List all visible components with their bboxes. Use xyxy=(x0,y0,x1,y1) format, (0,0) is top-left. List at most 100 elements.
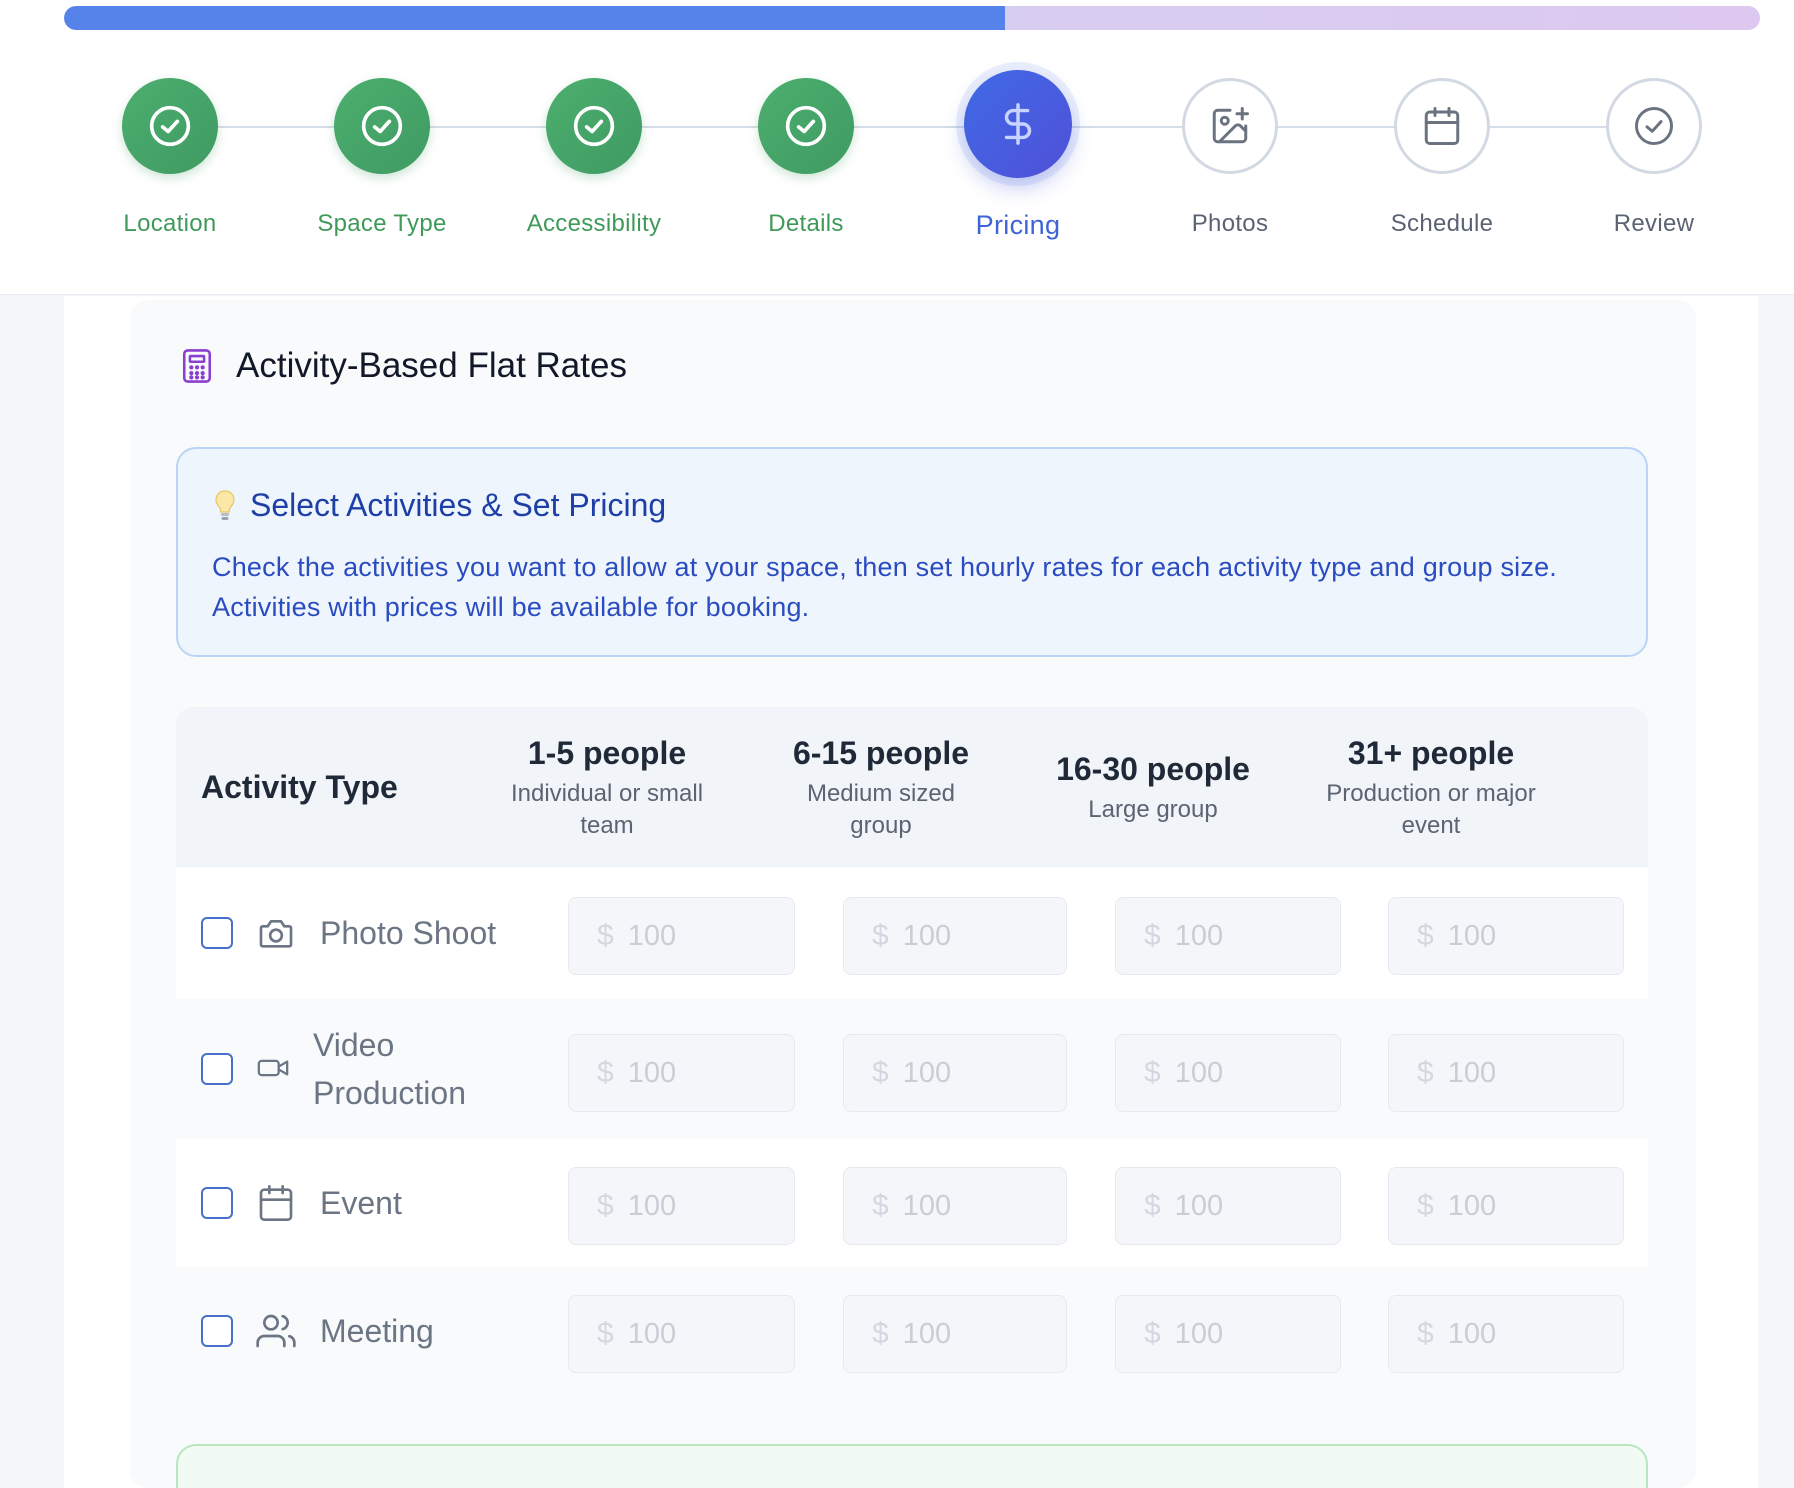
info-callout-text: Check the activities you want to allow a… xyxy=(212,552,1557,622)
column-subheading: Medium sized group xyxy=(806,780,956,839)
price-input-video-production-31-plus[interactable]: $100 xyxy=(1388,1034,1624,1112)
column-subheading: Production or major event xyxy=(1326,780,1536,839)
step-space-type-circle xyxy=(334,78,430,174)
video-icon xyxy=(257,1059,289,1077)
step-review-circle xyxy=(1606,78,1702,174)
step-accessibility-label: Accessibility xyxy=(526,210,662,237)
step-location-circle xyxy=(122,78,218,174)
step-details-label: Details xyxy=(768,210,844,237)
activity-checkbox-event[interactable] xyxy=(201,1187,233,1219)
table-header: Activity Type 1-5 people Individual or s… xyxy=(176,707,1648,867)
step-space-type[interactable]: Space Type xyxy=(282,70,482,238)
step-details[interactable]: Details xyxy=(706,70,906,238)
price-input-photo-shoot-6-15[interactable]: $100 xyxy=(843,897,1067,975)
price-input-photo-shoot-1-5[interactable]: $100 xyxy=(568,897,795,975)
step-accessibility[interactable]: Accessibility xyxy=(494,70,694,238)
dollar-sign-icon: $ xyxy=(872,1189,889,1222)
price-placeholder: 100 xyxy=(1174,1317,1224,1350)
step-accessibility-circle xyxy=(546,78,642,174)
dollar-sign-icon: $ xyxy=(1417,1317,1434,1350)
dollar-sign-icon: $ xyxy=(1417,919,1434,952)
price-placeholder: 100 xyxy=(902,919,952,952)
step-schedule[interactable]: Schedule xyxy=(1342,70,1542,238)
tip-callout xyxy=(176,1444,1648,1488)
dollar-sign-icon: $ xyxy=(597,1189,614,1222)
info-callout: Select Activities & Set Pricing Check th… xyxy=(176,447,1648,657)
dollar-sign-icon: $ xyxy=(1144,1317,1161,1350)
step-location[interactable]: Location xyxy=(70,70,270,238)
step-review-label: Review xyxy=(1613,210,1695,237)
price-input-photo-shoot-16-30[interactable]: $100 xyxy=(1115,897,1341,975)
image-plus-icon xyxy=(1212,107,1249,144)
price-input-meeting-1-5[interactable]: $100 xyxy=(568,1295,795,1373)
section-header: Activity-Based Flat Rates xyxy=(180,346,627,386)
price-input-meeting-16-30[interactable]: $100 xyxy=(1115,1295,1341,1373)
progress-bar xyxy=(64,6,1760,30)
check-circle-icon xyxy=(361,105,403,147)
pricing-table: Activity Type 1-5 people Individual or s… xyxy=(176,707,1648,1397)
column-header-31-plus: 31+ people Production or major event xyxy=(1306,735,1556,842)
column-header-1-5: 1-5 people Individual or small team xyxy=(482,735,732,842)
price-placeholder: 100 xyxy=(627,1317,677,1350)
price-input-meeting-6-15[interactable]: $100 xyxy=(843,1295,1067,1373)
calculator-icon xyxy=(182,349,212,383)
check-circle-icon xyxy=(1635,107,1673,145)
column-subheading: Individual or small team xyxy=(510,780,704,839)
step-location-label: Location xyxy=(123,210,217,237)
progress-bar-fill xyxy=(64,6,1006,30)
price-placeholder: 100 xyxy=(1174,1189,1224,1222)
price-input-event-31-plus[interactable]: $100 xyxy=(1388,1167,1624,1245)
column-subheading: Large group xyxy=(1088,796,1218,823)
price-placeholder: 100 xyxy=(1447,1317,1497,1350)
users-icon xyxy=(256,1314,296,1348)
check-circle-icon xyxy=(573,105,615,147)
price-placeholder: 100 xyxy=(1174,1056,1224,1089)
activity-label: Event xyxy=(320,1185,402,1221)
step-details-circle xyxy=(758,78,854,174)
dollar-icon xyxy=(1004,103,1032,145)
price-placeholder: 100 xyxy=(627,1056,677,1089)
activity-checkbox-photo-shoot[interactable] xyxy=(201,917,233,949)
dollar-sign-icon: $ xyxy=(1144,1056,1161,1089)
column-heading: 6-15 people xyxy=(792,735,970,771)
step-photos[interactable]: Photos xyxy=(1130,70,1330,238)
dollar-sign-icon: $ xyxy=(597,919,614,952)
step-review[interactable]: Review xyxy=(1554,70,1754,238)
price-input-event-1-5[interactable]: $100 xyxy=(568,1167,795,1245)
calendar-icon xyxy=(1424,107,1460,145)
activity-checkbox-meeting[interactable] xyxy=(201,1315,233,1347)
price-placeholder: 100 xyxy=(902,1056,952,1089)
step-schedule-label: Schedule xyxy=(1390,210,1494,237)
column-header-activity-type: Activity Type xyxy=(201,769,398,805)
table-row-video-production: Video Production $100 $100 $100 $100 xyxy=(176,999,1648,1139)
column-header-6-15: 6-15 people Medium sized group xyxy=(756,735,1006,842)
price-input-video-production-1-5[interactable]: $100 xyxy=(568,1034,795,1112)
step-schedule-circle xyxy=(1394,78,1490,174)
dollar-sign-icon: $ xyxy=(872,1056,889,1089)
price-placeholder: 100 xyxy=(627,919,677,952)
price-input-video-production-16-30[interactable]: $100 xyxy=(1115,1034,1341,1112)
price-input-event-16-30[interactable]: $100 xyxy=(1115,1167,1341,1245)
table-row-meeting: Meeting $100 $100 $100 $100 xyxy=(176,1267,1648,1397)
price-placeholder: 100 xyxy=(1174,919,1224,952)
table-row-photo-shoot: Photo Shoot $100 $100 $100 $100 xyxy=(176,867,1648,999)
step-photos-circle xyxy=(1182,78,1278,174)
dollar-sign-icon: $ xyxy=(872,1317,889,1350)
step-pricing-label: Pricing xyxy=(975,210,1061,240)
activity-checkbox-video-production[interactable] xyxy=(201,1053,233,1085)
column-heading: 1-5 people xyxy=(527,735,687,771)
dollar-sign-icon: $ xyxy=(1417,1056,1434,1089)
column-header-16-30: 16-30 people Large group xyxy=(1028,751,1278,826)
step-space-type-label: Space Type xyxy=(317,210,447,237)
price-placeholder: 100 xyxy=(1447,919,1497,952)
dollar-sign-icon: $ xyxy=(597,1056,614,1089)
step-photos-label: Photos xyxy=(1191,210,1269,237)
price-input-photo-shoot-31-plus[interactable]: $100 xyxy=(1388,897,1624,975)
price-input-meeting-31-plus[interactable]: $100 xyxy=(1388,1295,1624,1373)
dollar-sign-icon: $ xyxy=(1144,919,1161,952)
price-input-video-production-6-15[interactable]: $100 xyxy=(843,1034,1067,1112)
price-placeholder: 100 xyxy=(1447,1189,1497,1222)
step-pricing[interactable]: Pricing xyxy=(918,70,1118,241)
price-input-event-6-15[interactable]: $100 xyxy=(843,1167,1067,1245)
step-pricing-circle xyxy=(964,70,1072,178)
